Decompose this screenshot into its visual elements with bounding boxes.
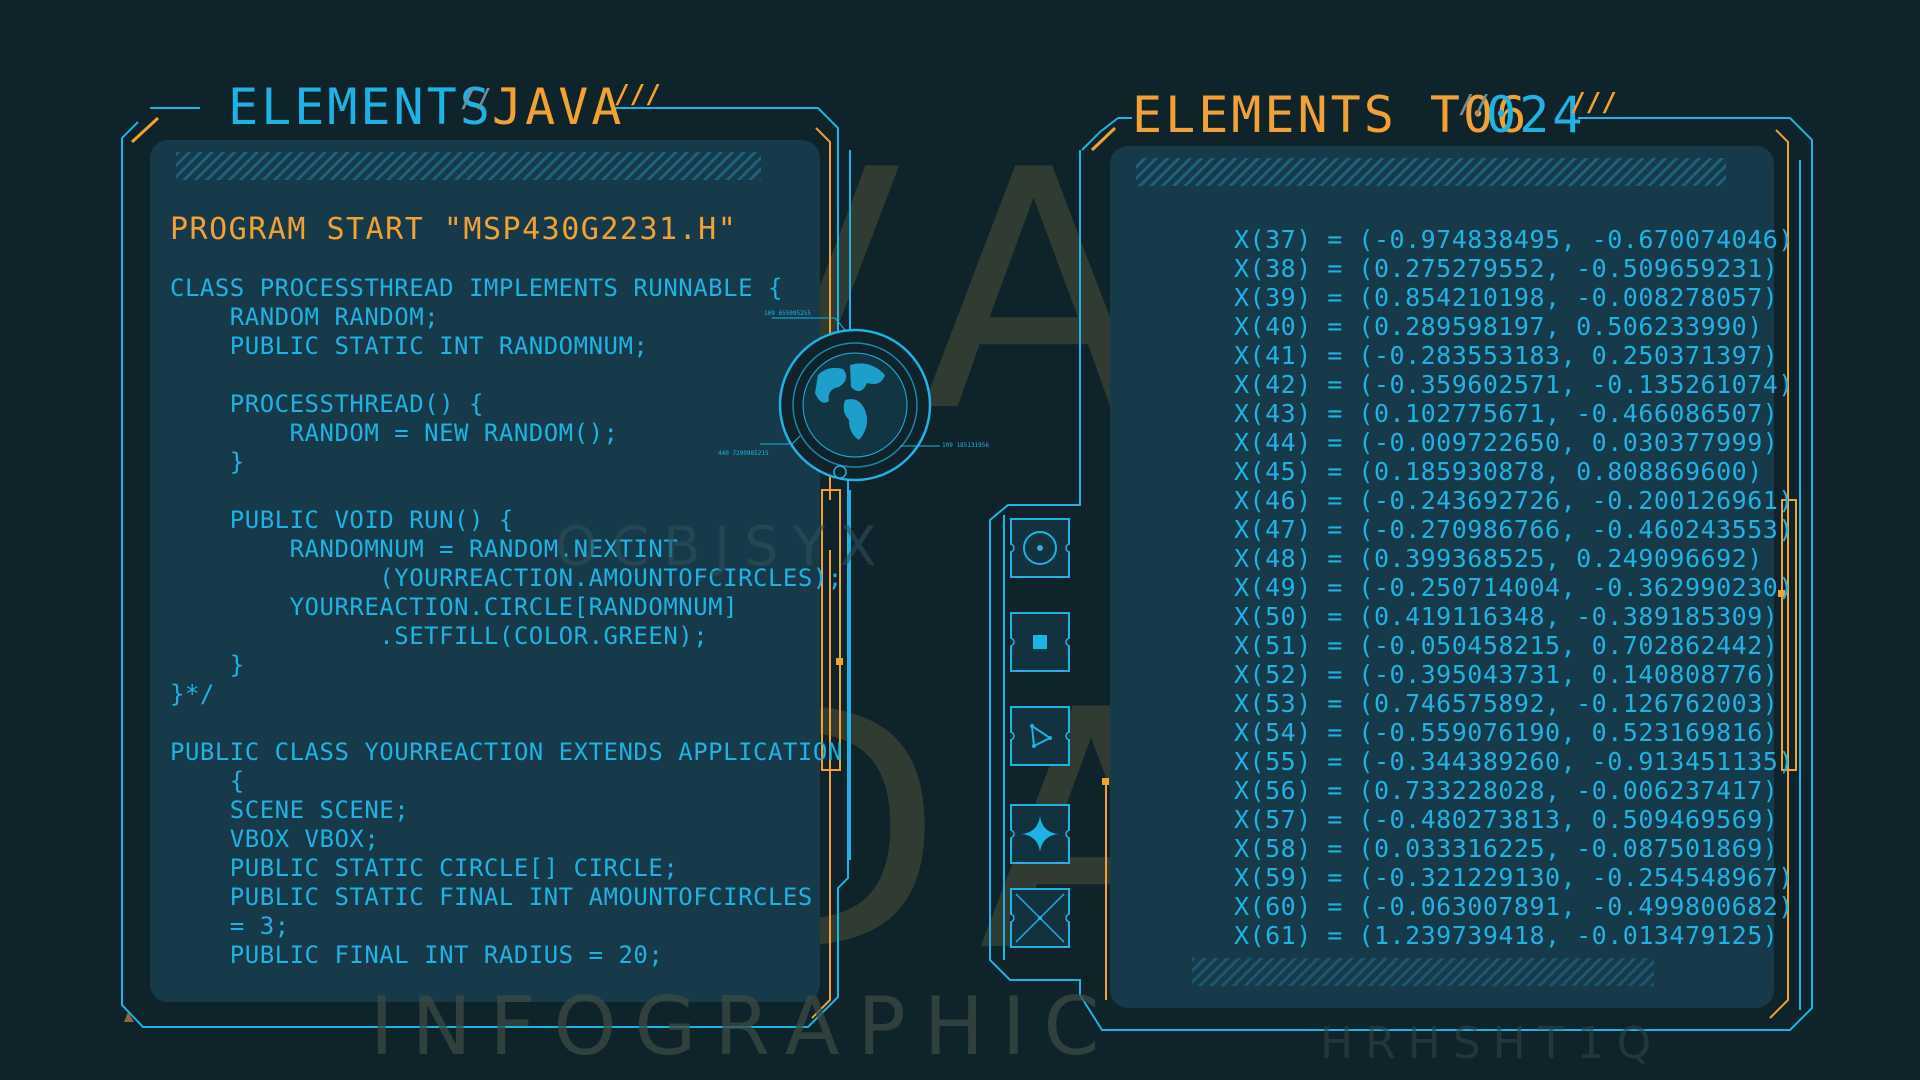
data-line: X(61) = (1.239739418, -0.013479125) <box>1234 921 1779 950</box>
data-line: X(43) = (0.102775671, -0.466086507) <box>1234 399 1779 428</box>
code-line: PUBLIC STATIC FINAL INT AMOUNTOFCIRCLES <box>170 883 813 911</box>
star-icon[interactable] <box>1005 804 1075 864</box>
left-title-tail-slash: /// <box>614 80 661 110</box>
right-title-divider: // <box>1458 90 1490 120</box>
left-title-java: JAVA <box>492 78 625 136</box>
data-line: X(37) = (-0.974838495, -0.670074046) <box>1234 225 1794 254</box>
code-line: RANDOM = NEW RANDOM(); <box>170 419 619 447</box>
crosshair-icon[interactable] <box>1005 888 1075 948</box>
code-line: }*/ <box>170 680 215 708</box>
code-line: .SETFILL(COLOR.GREEN); <box>170 622 709 650</box>
code-line: PUBLIC STATIC INT RANDOMNUM; <box>170 332 649 360</box>
data-line: X(47) = (-0.270986766, -0.460243553) <box>1234 515 1794 544</box>
globe-label-top: 109 655095255 <box>764 310 811 317</box>
data-line: X(55) = (-0.344389260, -0.913451135) <box>1234 747 1794 776</box>
code-line: PROCESSTHREAD() { <box>170 390 484 418</box>
data-line: X(44) = (-0.009722650, 0.030377999) <box>1234 428 1779 457</box>
square-icon[interactable] <box>1005 612 1075 672</box>
data-line: X(45) = (0.185930878, 0.808869600) <box>1234 457 1763 486</box>
data-line: X(38) = (0.275279552, -0.509659231) <box>1234 254 1779 283</box>
left-title-elements: ELEMENTS <box>228 78 493 136</box>
data-line: X(52) = (-0.395043731, 0.140808776) <box>1234 660 1779 689</box>
data-line: X(58) = (0.033316225, -0.087501869) <box>1234 834 1779 863</box>
code-line: RANDOMNUM = RANDOM.NEXTINT <box>170 535 679 563</box>
code-line: SCENE SCENE; <box>170 796 410 824</box>
code-line: YOURREACTION.CIRCLE[RANDOMNUM] <box>170 593 739 621</box>
data-line: X(57) = (-0.480273813, 0.509469569) <box>1234 805 1779 834</box>
left-title-divider: // <box>460 84 492 114</box>
data-line: X(46) = (-0.243692726, -0.200126961) <box>1234 486 1794 515</box>
data-line: X(54) = (-0.559076190, 0.523169816) <box>1234 718 1779 747</box>
data-line: X(59) = (-0.321229130, -0.254548967) <box>1234 863 1794 892</box>
data-line: X(39) = (0.854210198, -0.008278057) <box>1234 283 1779 312</box>
data-line: X(48) = (0.399368525, 0.249096692) <box>1234 544 1763 573</box>
data-line: X(53) = (0.746575892, -0.126762003) <box>1234 689 1779 718</box>
data-line: X(56) = (0.733228028, -0.006237417) <box>1234 776 1779 805</box>
code-line: { <box>170 767 245 795</box>
code-line: PUBLIC CLASS YOURREACTION EXTENDS APPLIC… <box>170 738 843 766</box>
data-line: X(41) = (-0.283553183, 0.250371397) <box>1234 341 1779 370</box>
triangle-icon[interactable] <box>1005 706 1075 766</box>
target-icon[interactable] <box>1005 518 1075 578</box>
code-line: } <box>170 448 245 476</box>
code-line: PUBLIC STATIC CIRCLE[] CIRCLE; <box>170 854 679 882</box>
code-line: (YOURREACTION.AMOUNTOFCIRCLES); <box>170 564 843 592</box>
code-heading: PROGRAM START "MSP430G2231.H" <box>170 212 738 247</box>
right-title-tail-slash: /// <box>1570 88 1617 118</box>
data-line: X(51) = (-0.050458215, 0.702862442) <box>1234 631 1779 660</box>
data-line: X(60) = (-0.063007891, -0.499800682) <box>1234 892 1794 921</box>
data-line: X(40) = (0.289598197, 0.506233990) <box>1234 312 1763 341</box>
data-line: X(50) = (0.419116348, -0.389185309) <box>1234 602 1779 631</box>
code-line: PUBLIC VOID RUN() { <box>170 506 514 534</box>
globe-label-left: 440 7290985215 <box>718 450 769 457</box>
data-line: X(49) = (-0.250714004, -0.362990230) <box>1234 573 1794 602</box>
code-line: CLASS PROCESSTHREAD IMPLEMENTS RUNNABLE … <box>170 274 783 302</box>
data-line: X(42) = (-0.359602571, -0.135261074) <box>1234 370 1794 399</box>
code-line: = 3; <box>170 912 290 940</box>
globe-label-right: 109 185131956 <box>942 442 989 449</box>
code-line: } <box>170 651 245 679</box>
code-line: PUBLIC FINAL INT RADIUS = 20; <box>170 941 664 969</box>
code-line: RANDOM RANDOM; <box>170 303 440 331</box>
code-line: VBOX VBOX; <box>170 825 380 853</box>
